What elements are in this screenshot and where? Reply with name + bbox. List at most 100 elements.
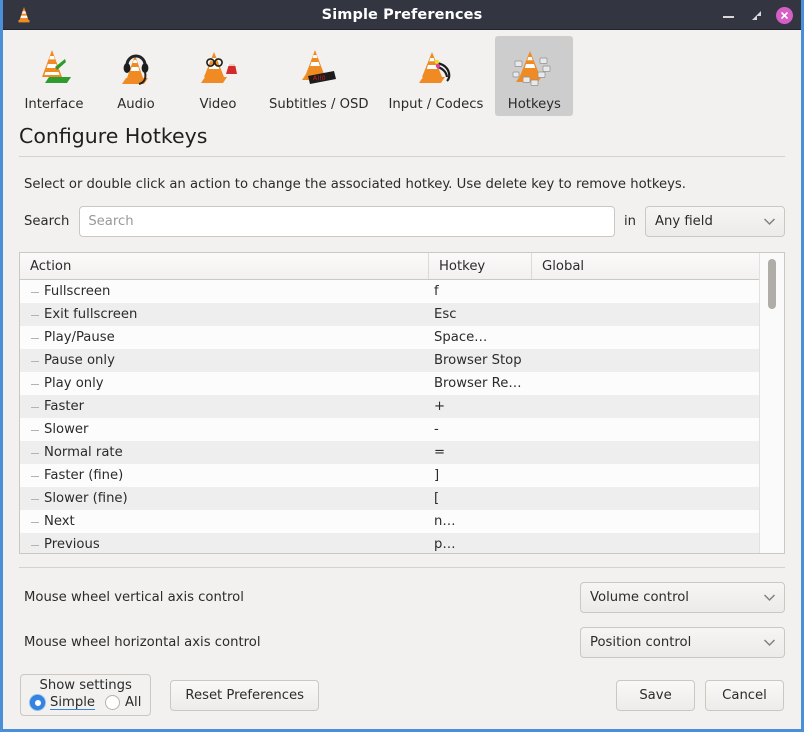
preferences-window: Simple Preferences [0, 0, 804, 732]
toolbar-item-subtitles-osd[interactable]: A)(0 Subtitles / OSD [261, 36, 377, 116]
cell-hotkey: Esc [429, 307, 532, 322]
toolbar-item-hotkeys[interactable]: Hotkeys [495, 36, 573, 116]
mouse-wheel-horizontal-row: Mouse wheel horizontal axis control Posi… [19, 627, 785, 658]
hotkeys-hint-text: Select or double click an action to chan… [19, 157, 785, 192]
cell-hotkey: Space… [429, 330, 532, 345]
search-field-value: Any field [655, 214, 713, 229]
mouse-wheel-vertical-dropdown[interactable]: Volume control [580, 582, 785, 613]
cell-action: Next [20, 514, 429, 529]
search-label: Search [24, 214, 69, 229]
cell-action-label: Play only [44, 376, 104, 391]
toolbar-item-video[interactable]: Video [179, 36, 257, 116]
cell-action: Faster (fine) [20, 468, 429, 483]
show-settings-radios: Simple All [30, 695, 141, 710]
title-bar: Simple Preferences [3, 0, 801, 30]
reset-preferences-button[interactable]: Reset Preferences [170, 680, 319, 711]
table-row[interactable]: Next n… [20, 510, 759, 533]
table-row[interactable]: Exit fullscreenEsc [20, 303, 759, 326]
search-field-dropdown[interactable]: Any field [645, 206, 785, 237]
radio-all-label: All [125, 695, 141, 710]
table-row[interactable]: Pause onlyBrowser Stop [20, 349, 759, 372]
maximize-icon[interactable] [748, 7, 765, 24]
cell-action: Slower (fine) [20, 491, 429, 506]
cell-action-label: Play/Pause [44, 330, 115, 345]
cell-action: Normal rate [20, 445, 429, 460]
cell-hotkey: ] [429, 468, 532, 483]
radio-simple-label: Simple [50, 695, 95, 710]
cell-action: Play/Pause [20, 330, 429, 345]
minimize-icon[interactable] [720, 7, 737, 24]
mouse-wheel-horizontal-dropdown[interactable]: Position control [580, 627, 785, 658]
save-button[interactable]: Save [616, 680, 695, 711]
cell-action-label: Normal rate [44, 445, 123, 460]
close-icon[interactable] [776, 7, 793, 24]
cell-action: Slower [20, 422, 429, 437]
table-row[interactable]: Faster (fine)] [20, 464, 759, 487]
page-content: Configure Hotkeys Select or double click… [3, 122, 801, 658]
search-row: Search in Any field [19, 206, 785, 237]
mouse-wheel-horizontal-label: Mouse wheel horizontal axis control [24, 635, 580, 650]
cell-hotkey: - [429, 422, 532, 437]
cell-action-label: Faster [44, 399, 84, 414]
cell-action-label: Slower [44, 422, 88, 437]
vlc-input-icon [410, 41, 462, 91]
table-header-row: Action Hotkey Global [20, 253, 759, 280]
vlc-video-icon [192, 41, 244, 91]
cell-action: Exit fullscreen [20, 307, 429, 322]
radio-simple-indicator [30, 695, 45, 710]
cell-hotkey: = [429, 445, 532, 460]
svg-text:A)(0: A)(0 [313, 75, 326, 82]
radio-all[interactable]: All [105, 695, 141, 710]
toolbar-item-audio[interactable]: Audio [97, 36, 175, 116]
toolbar-label: Interface [24, 97, 83, 112]
show-settings-label: Show settings [40, 678, 132, 693]
toolbar-item-interface[interactable]: Interface [15, 36, 93, 116]
hotkeys-table-columns: Action Hotkey Global FullscreenfExit ful… [20, 253, 759, 553]
cell-action: Fullscreen [20, 284, 429, 299]
search-input[interactable] [79, 206, 615, 237]
toolbar-item-input-codecs[interactable]: Input / Codecs [381, 36, 492, 116]
window-controls [720, 0, 793, 30]
table-row[interactable]: Faster + [20, 395, 759, 418]
cancel-button[interactable]: Cancel [705, 680, 784, 711]
chevron-down-icon [763, 217, 776, 226]
table-row[interactable]: Play/Pause Space… [20, 326, 759, 349]
cell-action-label: Faster (fine) [44, 468, 123, 483]
radio-simple[interactable]: Simple [30, 695, 95, 710]
dialog-action-buttons: Save Cancel [616, 680, 784, 711]
column-header-global[interactable]: Global [532, 253, 759, 279]
chevron-down-icon [763, 638, 776, 647]
window-title: Simple Preferences [3, 7, 801, 23]
cell-hotkey: [ [429, 491, 532, 506]
cell-action-label: Slower (fine) [44, 491, 128, 506]
column-header-hotkey[interactable]: Hotkey [429, 253, 532, 279]
cell-action-label: Pause only [44, 353, 115, 368]
cell-action: Faster [20, 399, 429, 414]
cell-hotkey: n… [429, 514, 532, 529]
cell-action-label: Fullscreen [44, 284, 110, 299]
mouse-wheel-horizontal-value: Position control [590, 635, 691, 650]
table-row[interactable]: Fullscreenf [20, 280, 759, 303]
preferences-toolbar: Interface Audio [3, 30, 801, 122]
cell-action: Pause only [20, 353, 429, 368]
cell-hotkey: + [429, 399, 532, 414]
toolbar-label: Audio [117, 97, 154, 112]
radio-all-indicator [105, 695, 120, 710]
vlc-audio-icon [110, 41, 162, 91]
table-row[interactable]: Normal rate = [20, 441, 759, 464]
table-row[interactable]: Play onlyBrowser Re… [20, 372, 759, 395]
options-divider [19, 567, 785, 568]
table-row[interactable]: Previousp… [20, 533, 759, 554]
mouse-wheel-vertical-label: Mouse wheel vertical axis control [24, 590, 580, 605]
vlc-subtitles-icon: A)(0 [293, 41, 345, 91]
cell-action-label: Previous [44, 537, 100, 552]
cell-action-label: Next [44, 514, 75, 529]
table-row[interactable]: Slower - [20, 418, 759, 441]
column-header-action[interactable]: Action [20, 253, 429, 279]
table-scrollbar[interactable] [759, 253, 784, 553]
table-row[interactable]: Slower (fine) [ [20, 487, 759, 510]
table-body: FullscreenfExit fullscreenEscPlay/PauseS… [20, 280, 759, 554]
page-title: Configure Hotkeys [19, 122, 785, 154]
toolbar-label: Subtitles / OSD [269, 97, 369, 112]
table-scrollbar-thumb[interactable] [768, 259, 776, 309]
